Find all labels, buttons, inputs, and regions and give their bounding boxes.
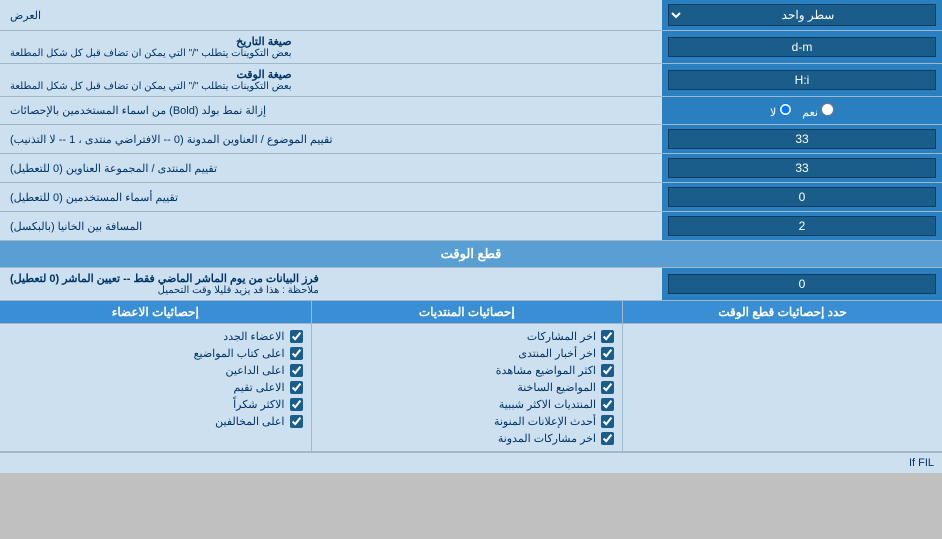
col2-header: إحصائيات الاعضاء — [0, 301, 311, 323]
bold-remove-label: إزالة نمط بولد (Bold) من اسماء المستخدمي… — [0, 97, 662, 124]
distance-input[interactable] — [668, 216, 936, 236]
checkbox-col2-5-label: اعلى المخالفين — [215, 415, 284, 428]
date-format-input-cell[interactable] — [662, 31, 942, 63]
list-item: اخر المشاركات — [320, 328, 615, 345]
main-container: سطر واحد العرض صيغة التاريخ بعض التكوينا… — [0, 0, 942, 473]
right-col-empty — [622, 324, 942, 451]
time-format-label: صيغة الوقت بعض التكوينات يتطلب "/" التي … — [0, 64, 662, 96]
radio-no-label: لا — [770, 103, 792, 119]
time-format-row: صيغة الوقت بعض التكوينات يتطلب "/" التي … — [0, 64, 942, 97]
radio-yes-label: نعم — [802, 103, 834, 119]
checkbox-col2-5[interactable] — [290, 415, 303, 428]
date-format-label: صيغة التاريخ بعض التكوينات يتطلب "/" الت… — [0, 31, 662, 63]
date-format-input[interactable] — [668, 37, 936, 57]
list-item: الاعضاء الجدد — [8, 328, 303, 345]
checkboxes-body: اخر المشاركات اخر أخبار المنتدى اكثر الم… — [0, 324, 942, 451]
checkbox-col2-0[interactable] — [290, 330, 303, 343]
time-format-input[interactable] — [668, 70, 936, 90]
list-item: اعلى المخالفين — [8, 413, 303, 430]
bold-remove-row: نعم لا إزالة نمط بولد (Bold) من اسماء ال… — [0, 97, 942, 125]
checkbox-col1-2[interactable] — [601, 364, 614, 377]
checkbox-col1-3[interactable] — [601, 381, 614, 394]
checkbox-col1-4[interactable] — [601, 398, 614, 411]
distance-row: المسافة بين الخانيا (بالبكسل) — [0, 212, 942, 241]
checkbox-col2-4[interactable] — [290, 398, 303, 411]
list-item: المنتديات الاكثر شببية — [320, 396, 615, 413]
distance-label: المسافة بين الخانيا (بالبكسل) — [0, 212, 662, 240]
forum-sort-input[interactable] — [668, 158, 936, 178]
forum-sort-row: تقييم المنتدى / المجموعة العناوين (0 للت… — [0, 154, 942, 183]
checkbox-col1-5-label: أحدث الإعلانات المنونة — [494, 415, 596, 428]
checkbox-col2-4-label: الاكثر شكراً — [233, 398, 284, 411]
ard-label: العرض — [0, 0, 662, 30]
list-item: المواضيع الساخنة — [320, 379, 615, 396]
username-sort-row: تقييم أسماء المستخدمين (0 للتعطيل) — [0, 183, 942, 212]
checkbox-col1-5[interactable] — [601, 415, 614, 428]
checkbox-col2-2-label: اعلى الداعين — [226, 364, 285, 377]
checkbox-col2-1-label: اعلى كتاب المواضيع — [194, 347, 285, 360]
checkbox-col1-4-label: المنتديات الاكثر شببية — [499, 398, 596, 411]
date-format-row: صيغة التاريخ بعض التكوينات يتطلب "/" الت… — [0, 31, 942, 64]
checkbox-col1-2-label: اكثر المواضيع مشاهدة — [496, 364, 596, 377]
bold-radio-group: نعم لا — [770, 103, 834, 119]
topic-sort-input[interactable] — [668, 129, 936, 149]
time-format-input-cell[interactable] — [662, 64, 942, 96]
checkbox-col1-6[interactable] — [601, 432, 614, 445]
checkbox-col2-3-label: الاعلى تقيم — [233, 381, 284, 394]
checkbox-col1-1[interactable] — [601, 347, 614, 360]
checkboxes-header: حدد إحصائيات قطع الوقت إحصائيات المنتديا… — [0, 301, 942, 324]
list-item: اكثر المواضيع مشاهدة — [320, 362, 615, 379]
list-item: اخر أخبار المنتدى — [320, 345, 615, 362]
checkbox-col2-1[interactable] — [290, 347, 303, 360]
forum-sort-label: تقييم المنتدى / المجموعة العناوين (0 للت… — [0, 154, 662, 182]
list-item: اخر مشاركات المدونة — [320, 430, 615, 447]
realtime-section-header: قطع الوقت — [0, 241, 942, 268]
col1-header: إحصائيات المنتديات — [311, 301, 623, 323]
checkbox-col2-2[interactable] — [290, 364, 303, 377]
list-item: اعلى الداعين — [8, 362, 303, 379]
checkboxes-section: حدد إحصائيات قطع الوقت إحصائيات المنتديا… — [0, 301, 942, 452]
username-sort-label: تقييم أسماء المستخدمين (0 للتعطيل) — [0, 183, 662, 211]
bottom-text: If FIL — [0, 452, 942, 473]
col1-items: اخر المشاركات اخر أخبار المنتدى اكثر الم… — [311, 324, 623, 451]
list-item: اعلى كتاب المواضيع — [8, 345, 303, 362]
realtime-input-cell[interactable] — [662, 268, 942, 300]
col2-items: الاعضاء الجدد اعلى كتاب المواضيع اعلى ال… — [0, 324, 311, 451]
topic-sort-input-cell[interactable] — [662, 125, 942, 153]
realtime-filter-row: فرز البيانات من يوم الماشر الماضي فقط --… — [0, 268, 942, 301]
checkbox-col1-3-label: المواضيع الساخنة — [517, 381, 596, 394]
radio-no[interactable] — [779, 103, 792, 116]
checkbox-col1-6-label: اخر مشاركات المدونة — [498, 432, 596, 445]
checkbox-col2-3[interactable] — [290, 381, 303, 394]
list-item: الاعلى تقيم — [8, 379, 303, 396]
dropdown-cell[interactable]: سطر واحد — [662, 0, 942, 30]
right-col-header: حدد إحصائيات قطع الوقت — [622, 301, 942, 323]
forum-sort-input-cell[interactable] — [662, 154, 942, 182]
topic-sort-row: تقييم الموضوع / العناوين المدونة (0 -- ا… — [0, 125, 942, 154]
distance-input-cell[interactable] — [662, 212, 942, 240]
radio-yes[interactable] — [821, 103, 834, 116]
checkbox-col1-0[interactable] — [601, 330, 614, 343]
checkbox-col1-0-label: اخر المشاركات — [527, 330, 596, 343]
display-select[interactable]: سطر واحد — [668, 4, 936, 26]
username-sort-input-cell[interactable] — [662, 183, 942, 211]
username-sort-input[interactable] — [668, 187, 936, 207]
topic-sort-label: تقييم الموضوع / العناوين المدونة (0 -- ا… — [0, 125, 662, 153]
realtime-input[interactable] — [668, 274, 936, 294]
realtime-filter-label: فرز البيانات من يوم الماشر الماضي فقط --… — [0, 268, 662, 300]
list-item: الاكثر شكراً — [8, 396, 303, 413]
list-item: أحدث الإعلانات المنونة — [320, 413, 615, 430]
bold-remove-radio-cell[interactable]: نعم لا — [662, 97, 942, 124]
header-row: سطر واحد العرض — [0, 0, 942, 31]
checkbox-col1-1-label: اخر أخبار المنتدى — [518, 347, 596, 360]
checkbox-col2-0-label: الاعضاء الجدد — [223, 330, 284, 343]
